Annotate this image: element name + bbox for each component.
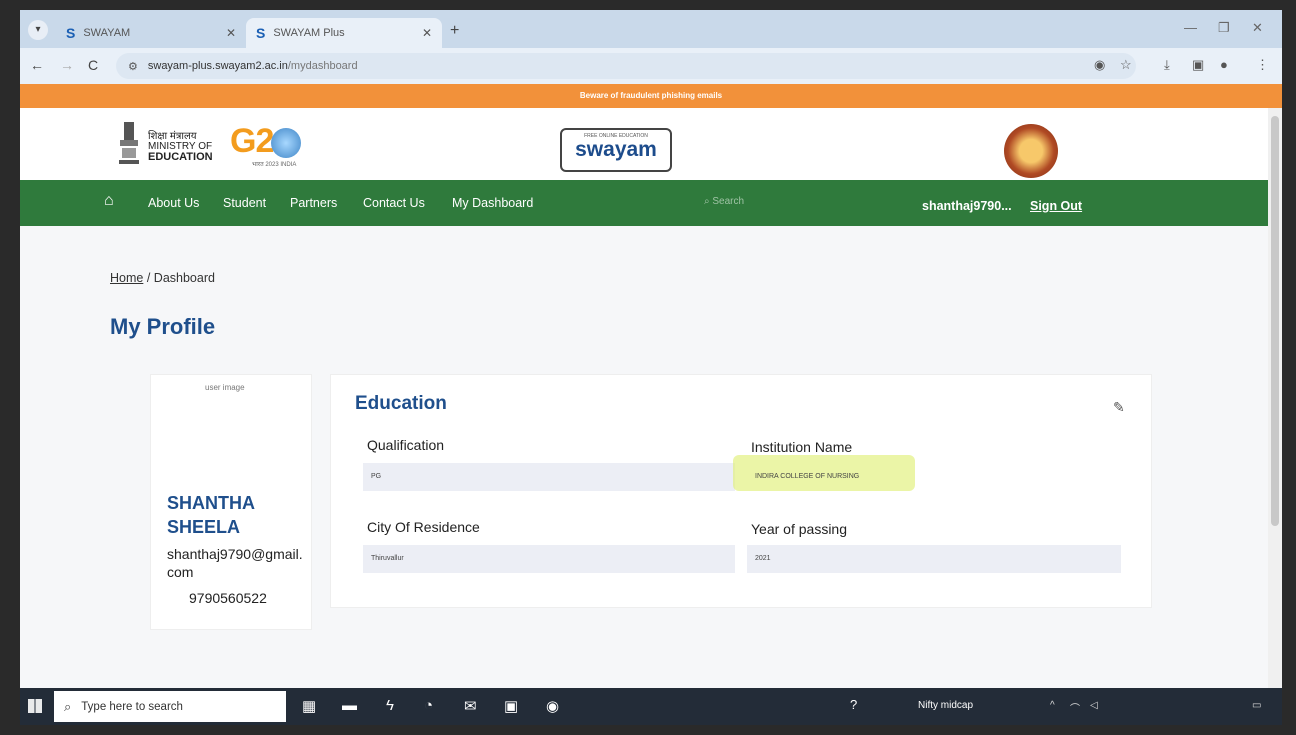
notifications-icon[interactable]: ▭ bbox=[1252, 700, 1261, 711]
file-explorer-icon[interactable]: ▬ bbox=[342, 697, 357, 714]
institution-label: Institution Name bbox=[751, 439, 853, 455]
tab-close-icon[interactable]: ✕ bbox=[226, 26, 236, 40]
tab-title: SWAYAM bbox=[83, 27, 131, 39]
browser-tab-strip: ▾ S SWAYAM ✕ S SWAYAM Plus ✕ + — ❐ ✕ bbox=[20, 10, 1282, 48]
education-title: Education bbox=[355, 393, 447, 414]
sign-out-link[interactable]: Sign Out bbox=[1030, 199, 1082, 213]
home-icon[interactable]: ⌂ bbox=[104, 192, 114, 210]
url-host: swayam-plus.swayam2.ac.in bbox=[147, 60, 288, 72]
taskbar-search[interactable]: ⌕ Type here to search bbox=[54, 691, 286, 722]
new-tab-button[interactable]: + bbox=[450, 22, 459, 40]
edit-pencil-icon[interactable]: ✎ bbox=[1113, 399, 1125, 416]
breadcrumb-separator: / bbox=[146, 271, 151, 285]
windows-taskbar: ⌕ Type here to search ▦ ▬ ϟ ◔ ✉ ▣ ◉ ? Ni… bbox=[20, 688, 1282, 725]
edge-icon[interactable]: ◔ bbox=[424, 697, 433, 714]
qualification-field[interactable]: PG bbox=[363, 463, 735, 491]
url-path: /mydashboard bbox=[287, 60, 358, 72]
page-content: Home / Dashboard My Profile user image S… bbox=[20, 226, 1268, 688]
year-field[interactable]: 2021 bbox=[747, 545, 1121, 573]
breadcrumb-current: Dashboard bbox=[153, 271, 215, 285]
main-nav: ⌂ About Us Student Partners Contact Us M… bbox=[20, 180, 1268, 226]
nav-student[interactable]: Student bbox=[223, 196, 266, 210]
help-icon[interactable]: ? bbox=[850, 697, 857, 712]
profile-email: shanthaj9790@gmail.com bbox=[167, 546, 303, 580]
swayam-favicon-icon: S bbox=[66, 25, 76, 41]
g20-logo: G2 bbox=[230, 122, 302, 161]
tab-close-icon[interactable]: ✕ bbox=[422, 26, 432, 40]
page-title: My Profile bbox=[110, 314, 216, 339]
menu-kebab-icon[interactable]: ⋮ bbox=[1256, 57, 1269, 73]
ministry-logo-text: शिक्षा मंत्रालय MINISTRY OF EDUCATION bbox=[148, 131, 213, 163]
site-info-icon[interactable]: ⚙ bbox=[128, 60, 138, 73]
winamp-icon[interactable]: ϟ bbox=[386, 697, 394, 714]
g20-globe-icon bbox=[271, 128, 302, 159]
national-emblem-icon bbox=[119, 122, 139, 164]
bookmark-star-icon[interactable]: ☆ bbox=[1120, 57, 1132, 73]
institute-seal-icon bbox=[1004, 124, 1058, 178]
network-icon[interactable]: ⌒ bbox=[1070, 700, 1080, 715]
g20-subtitle: भारत 2023 INDIA bbox=[252, 162, 297, 168]
page-scrollbar[interactable] bbox=[1268, 108, 1282, 688]
breadcrumb: Home / Dashboard bbox=[110, 271, 215, 285]
restore-icon[interactable]: ❐ bbox=[1218, 20, 1230, 36]
eye-off-icon[interactable]: ◉ bbox=[1094, 57, 1105, 73]
city-label: City Of Residence bbox=[367, 519, 480, 535]
tab-search-icon[interactable]: ▾ bbox=[28, 20, 48, 40]
address-bar[interactable]: ⚙ swayam-plus.swayam2.ac.in/mydashboard bbox=[116, 53, 1136, 79]
forward-icon[interactable]: → bbox=[60, 57, 74, 73]
nav-contact-us[interactable]: Contact Us bbox=[363, 196, 425, 210]
store-icon[interactable]: ▣ bbox=[504, 697, 518, 715]
minimize-icon[interactable]: — bbox=[1184, 20, 1197, 35]
nav-search[interactable]: ⌕ Search bbox=[704, 196, 744, 207]
nav-partners[interactable]: Partners bbox=[290, 196, 337, 210]
qualification-label: Qualification bbox=[367, 437, 445, 453]
education-card: Education ✎ Qualification PG Institution… bbox=[330, 374, 1152, 608]
sidepanel-icon[interactable]: ▣ bbox=[1192, 57, 1204, 73]
profile-image: user image bbox=[205, 383, 245, 392]
tab-swayam-plus[interactable]: S SWAYAM Plus ✕ bbox=[246, 18, 442, 48]
profile-name: SHANTHA SHEELA bbox=[167, 493, 255, 537]
profile-card: user image SHANTHA SHEELA shanthaj9790@g… bbox=[150, 374, 312, 630]
site-header: शिक्षा मंत्रालय MINISTRY OF EDUCATION G2… bbox=[20, 108, 1268, 180]
download-icon[interactable]: ⤓ bbox=[1164, 57, 1170, 73]
phishing-banner: Beware of fraudulent phishing emails bbox=[20, 84, 1282, 108]
volume-icon[interactable]: ◁ bbox=[1090, 700, 1098, 711]
swayam-plus-favicon-icon: S bbox=[256, 25, 266, 41]
nav-about-us[interactable]: About Us bbox=[148, 196, 199, 210]
nav-my-dashboard[interactable]: My Dashboard bbox=[452, 196, 533, 210]
scrollbar-thumb[interactable] bbox=[1271, 116, 1279, 526]
profile-phone: 9790560522 bbox=[189, 590, 267, 606]
chrome-icon[interactable]: ◉ bbox=[546, 697, 559, 715]
address-bar-row: ← → C ⚙ swayam-plus.swayam2.ac.in/mydash… bbox=[20, 48, 1282, 84]
mail-icon[interactable]: ✉ bbox=[464, 697, 477, 715]
stock-ticker[interactable]: Nifty midcap bbox=[918, 700, 973, 711]
year-label: Year of passing bbox=[751, 521, 847, 537]
task-view-icon[interactable]: ▦ bbox=[302, 697, 316, 715]
reload-icon[interactable]: C bbox=[88, 57, 98, 73]
windows-start-icon[interactable] bbox=[28, 699, 42, 713]
nav-user[interactable]: shanthaj9790... bbox=[922, 199, 1012, 213]
back-icon[interactable]: ← bbox=[30, 57, 44, 73]
tray-chevron-icon[interactable]: ^ bbox=[1050, 700, 1055, 711]
swayam-logo[interactable]: FREE ONLINE EDUCATION swayam bbox=[560, 128, 672, 172]
search-icon: ⌕ bbox=[64, 698, 72, 714]
screen: ▾ S SWAYAM ✕ S SWAYAM Plus ✕ + — ❐ ✕ ← →… bbox=[20, 10, 1282, 725]
tab-title: SWAYAM Plus bbox=[273, 27, 345, 39]
profile-avatar-icon[interactable]: ● bbox=[1220, 57, 1228, 72]
institution-field[interactable]: INDIRA COLLEGE OF NURSING bbox=[747, 463, 1121, 491]
breadcrumb-home[interactable]: Home bbox=[110, 271, 143, 285]
tab-swayam[interactable]: S SWAYAM ✕ bbox=[56, 18, 246, 48]
city-field[interactable]: Thiruvallur bbox=[363, 545, 735, 573]
close-window-icon[interactable]: ✕ bbox=[1252, 20, 1263, 36]
